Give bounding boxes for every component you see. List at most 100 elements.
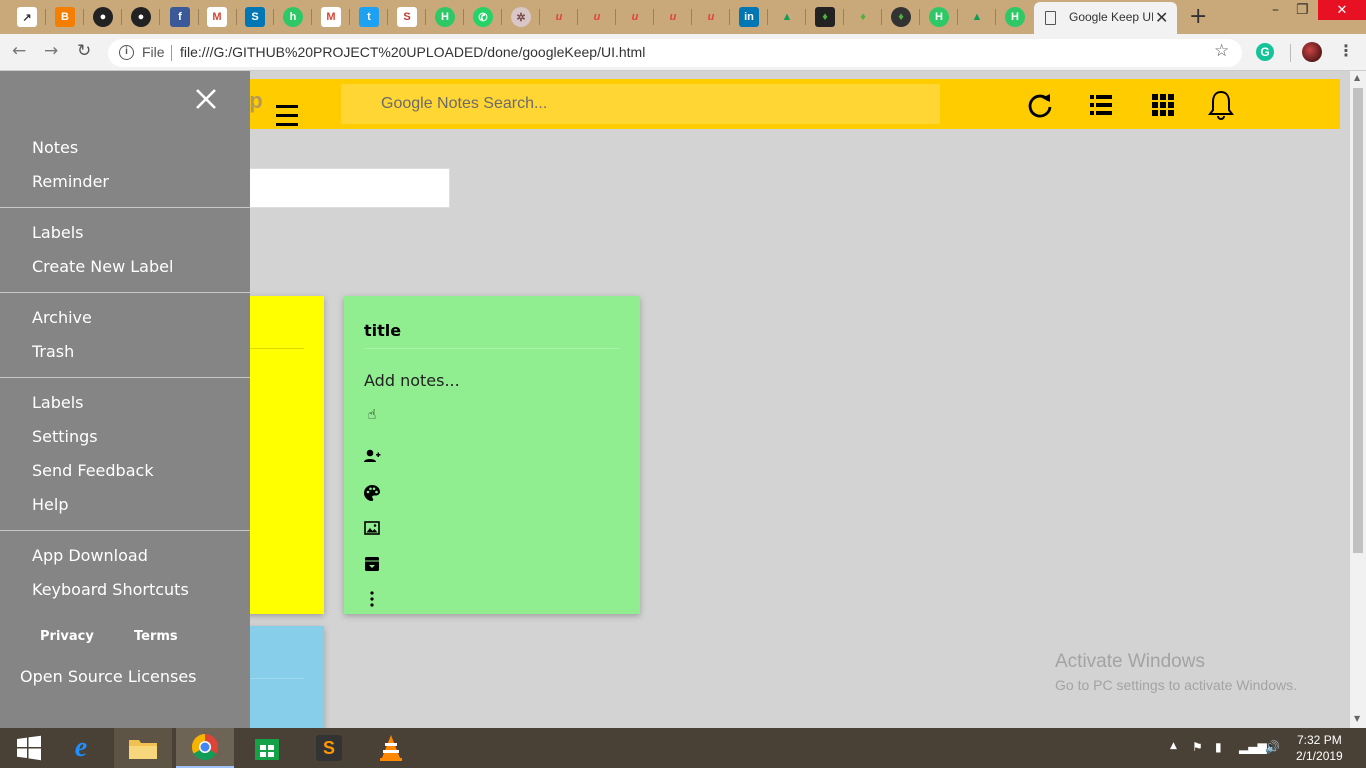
drawer-item-archive[interactable]: Archive	[32, 308, 92, 327]
vertical-scrollbar[interactable]: ▲ ▼	[1350, 71, 1366, 728]
tab-separator	[83, 9, 84, 25]
tab-separator	[729, 9, 730, 25]
folder-icon	[129, 740, 157, 759]
apps-grid-icon[interactable]	[1149, 91, 1177, 119]
tab-close-icon[interactable]: ✕	[1155, 8, 1168, 27]
tab-favicon-udemy-icon[interactable]: u	[625, 7, 645, 27]
tab-favicon-linkedin-icon[interactable]: in	[739, 7, 759, 27]
tab-favicon-gmail-icon[interactable]: M	[207, 7, 227, 27]
tab-favicon-mongodb-icon[interactable]: ♦	[891, 7, 911, 27]
list-view-icon[interactable]	[1087, 91, 1115, 119]
drawer-item-create-new-label[interactable]: Create New Label	[32, 257, 173, 276]
tab-favicon-google-drive-icon[interactable]: ▲	[777, 7, 797, 27]
color-palette-icon[interactable]	[363, 484, 381, 502]
taskbar-clock[interactable]: 7:32 PM 2/1/2019	[1296, 732, 1343, 764]
hamburger-menu-icon[interactable]	[276, 105, 298, 132]
windows-start-button[interactable]	[0, 728, 58, 768]
tab-favicon-hackerearth-icon[interactable]: H	[929, 7, 949, 27]
forward-arrow-icon[interactable]: →	[44, 41, 58, 61]
action-center-flag-icon[interactable]: ⚑	[1192, 740, 1203, 754]
tab-favicon-hackerrank-icon[interactable]: h	[283, 7, 303, 27]
taskbar-store[interactable]	[238, 728, 296, 768]
taskbar-internet-explorer[interactable]: e	[52, 728, 110, 768]
profile-avatar[interactable]	[1302, 42, 1322, 62]
drawer-item-send-feedback[interactable]: Send Feedback	[32, 461, 154, 480]
grammarly-extension-icon[interactable]: G	[1256, 43, 1274, 61]
tab-favicon-google-drive-icon[interactable]: ▲	[967, 7, 987, 27]
tab-favicon-hackerearth-icon[interactable]: H	[435, 7, 455, 27]
refresh-icon[interactable]	[1026, 91, 1054, 119]
archive-icon[interactable]	[363, 555, 381, 573]
address-bar[interactable]: i File file:///G:/GITHUB%20PROJECT%20UPL…	[108, 39, 1242, 67]
tab-favicon-hackerearth-icon[interactable]: H	[1005, 7, 1025, 27]
add-collaborator-icon[interactable]	[363, 447, 381, 465]
tab-favicon-udemy-icon[interactable]: u	[701, 7, 721, 27]
drawer-item-help[interactable]: Help	[32, 495, 68, 514]
open-source-licenses-link[interactable]: Open Source Licenses	[20, 667, 197, 686]
reminder-hand-icon[interactable]: ☝	[363, 406, 381, 424]
tab-favicon-udemy-icon[interactable]: u	[549, 7, 569, 27]
tab-favicon-whatsapp-icon[interactable]: ✆	[473, 7, 493, 27]
tab-favicon-mongodb-leaf-icon[interactable]: ♦	[853, 7, 873, 27]
drawer-item-settings[interactable]: Settings	[32, 427, 98, 446]
active-tab[interactable]: Google Keep UI ✕	[1034, 2, 1177, 34]
browser-menu-icon[interactable]: ⋮	[1338, 41, 1354, 60]
back-arrow-icon[interactable]: ←	[12, 41, 26, 61]
tab-favicon-gmail-icon[interactable]: M	[321, 7, 341, 27]
tab-favicon-github-icon[interactable]: ●	[131, 7, 151, 27]
drawer-item-labels-secondary[interactable]: Labels	[32, 393, 84, 412]
more-options-icon[interactable]	[363, 590, 381, 608]
privacy-link[interactable]: Privacy	[40, 629, 94, 644]
note-title[interactable]: title	[364, 321, 401, 340]
scroll-up-arrow-icon[interactable]: ▲	[1354, 73, 1360, 82]
new-tab-button[interactable]: +	[1189, 4, 1207, 29]
bookmark-star-icon[interactable]: ☆	[1214, 41, 1229, 61]
info-icon[interactable]: i	[119, 45, 134, 60]
notification-bell-icon[interactable]	[1207, 89, 1235, 121]
reload-icon[interactable]: ↻	[77, 41, 91, 61]
tab-favicon-twitter-icon[interactable]: t	[359, 7, 379, 27]
note-body[interactable]: Add notes...	[364, 371, 460, 390]
drawer-item-labels[interactable]: Labels	[32, 223, 84, 242]
tab-favicon-udemy-icon[interactable]: u	[663, 7, 683, 27]
tab-separator	[387, 9, 388, 25]
terms-link[interactable]: Terms	[134, 629, 178, 644]
tab-favicon-scribd-icon[interactable]: S	[397, 7, 417, 27]
tab-favicon-github-icon[interactable]: ●	[93, 7, 113, 27]
close-drawer-icon[interactable]	[193, 86, 219, 112]
drawer-item-keyboard-shortcuts[interactable]: Keyboard Shortcuts	[32, 580, 189, 599]
tab-favicon-settings-icon[interactable]: ✲	[511, 7, 531, 27]
taskbar-sublime-text[interactable]: S	[300, 728, 358, 768]
internet-explorer-icon: e	[74, 732, 88, 763]
take-note-input[interactable]	[240, 168, 450, 208]
tab-separator	[311, 9, 312, 25]
minimize-button[interactable]: –	[1272, 2, 1279, 18]
store-icon	[255, 739, 279, 760]
tab-favicon-udemy-icon[interactable]: u	[587, 7, 607, 27]
tab-favicon-analytics-icon[interactable]: ↗	[17, 7, 37, 27]
image-icon[interactable]	[363, 519, 381, 537]
taskbar-vlc[interactable]	[362, 728, 420, 768]
taskbar-file-explorer[interactable]	[114, 728, 172, 768]
tray-expand-icon[interactable]: ▲	[1170, 741, 1177, 751]
tab-favicon-slideshare-icon[interactable]: S	[245, 7, 265, 27]
scroll-thumb[interactable]	[1353, 88, 1363, 553]
note-card-green[interactable]: title Add notes... ☝	[344, 296, 640, 614]
drawer-item-reminder[interactable]: Reminder	[32, 172, 109, 191]
volume-icon[interactable]: 🔊	[1265, 740, 1280, 754]
window-close-button[interactable]: ✕	[1318, 0, 1366, 20]
search-input[interactable]	[341, 84, 940, 124]
drawer-item-notes[interactable]: Notes	[32, 138, 78, 157]
url-text[interactable]: file:///G:/GITHUB%20PROJECT%20UPLOADED/d…	[180, 44, 645, 60]
taskbar-chrome[interactable]	[176, 728, 234, 768]
tab-favicon-facebook-icon[interactable]: f	[170, 7, 190, 27]
scroll-down-arrow-icon[interactable]: ▼	[1354, 714, 1360, 723]
network-signal-icon[interactable]: ▂▄▆	[1239, 740, 1267, 754]
drawer-item-app-download[interactable]: App Download	[32, 546, 148, 565]
tab-favicon-mongodb-icon[interactable]: ♦	[815, 7, 835, 27]
tab-favicon-blogger-icon[interactable]: B	[55, 7, 75, 27]
drawer-item-trash[interactable]: Trash	[32, 342, 74, 361]
document-icon	[1045, 11, 1056, 25]
battery-icon[interactable]: ▮	[1215, 740, 1222, 754]
restore-button[interactable]: ❐	[1296, 2, 1309, 18]
